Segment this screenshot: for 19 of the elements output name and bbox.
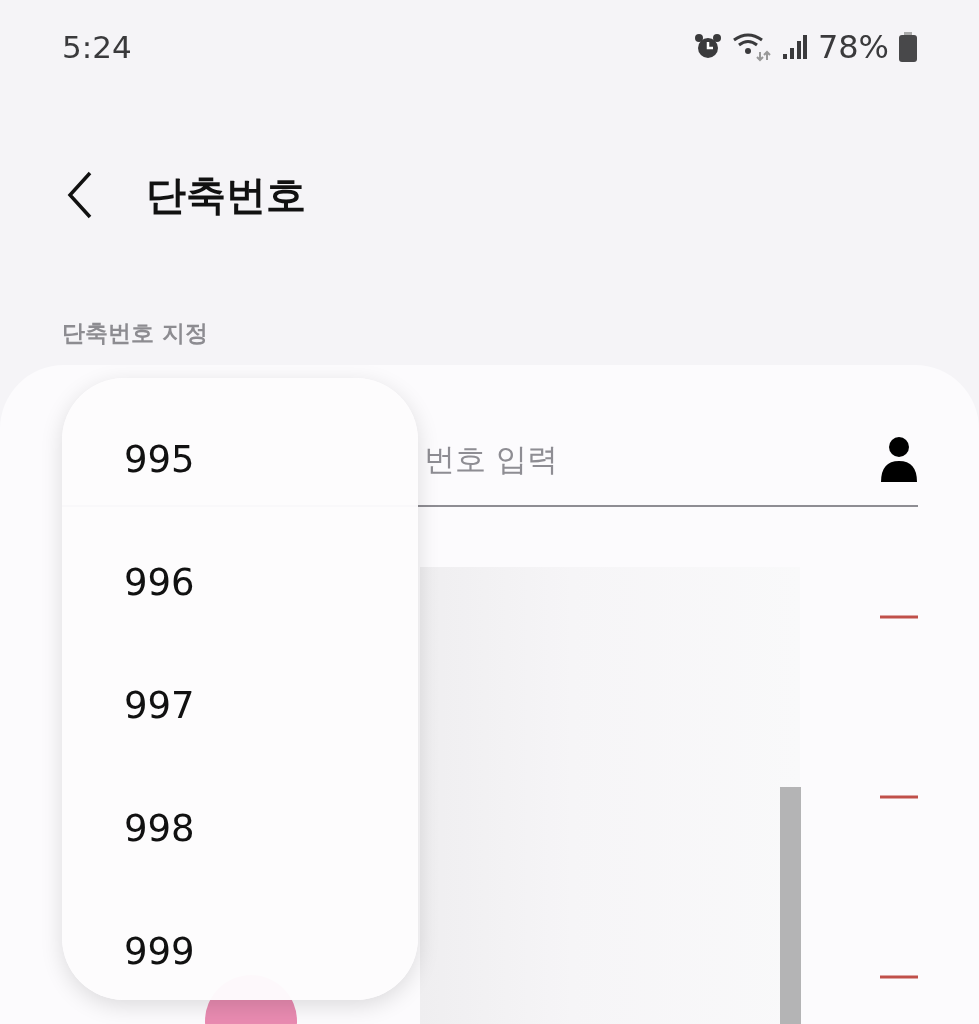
menu-item[interactable]: 998 — [62, 767, 418, 890]
minus-icon — [880, 615, 918, 619]
minus-icon — [880, 795, 918, 799]
menu-item[interactable]: 996 — [62, 521, 418, 644]
minus-icon — [880, 975, 918, 979]
scrollbar-thumb[interactable] — [780, 787, 801, 1024]
status-time: 5:24 — [62, 29, 133, 65]
signal-icon — [781, 34, 808, 60]
contact-icon[interactable] — [880, 436, 918, 482]
menu-item[interactable]: 995 — [62, 398, 418, 521]
section-label: 단축번호 지정 — [61, 319, 209, 348]
number-input-field[interactable]: 번호 입력 — [424, 429, 880, 489]
wifi-icon — [731, 32, 772, 62]
alarm-icon — [693, 33, 722, 61]
menu-item[interactable]: 997 — [62, 644, 418, 767]
page-title: 단축번호 — [146, 170, 306, 220]
battery-percent: 78% — [817, 28, 889, 66]
battery-icon — [899, 32, 917, 62]
menu-item[interactable]: 999 — [62, 890, 418, 1013]
